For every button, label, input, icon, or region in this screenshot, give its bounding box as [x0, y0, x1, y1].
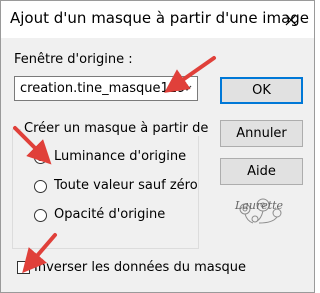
- window-title: Ajout d'un masque à partir d'une image: [10, 9, 310, 27]
- flower-watermark-icon: Laurette: [233, 197, 289, 251]
- radio-luminance-label[interactable]: Luminance d'origine: [54, 149, 186, 164]
- invert-checkbox[interactable]: [17, 261, 30, 274]
- ok-button[interactable]: OK: [220, 77, 303, 104]
- title-bar: Ajout d'un masque à partir d'une image: [1, 1, 314, 38]
- mask-dialog: Ajout d'un masque à partir d'une image F…: [0, 0, 315, 293]
- watermark-text: Laurette: [235, 199, 284, 212]
- close-icon: [285, 14, 297, 25]
- help-button[interactable]: Aide: [220, 158, 303, 185]
- source-label: Fenêtre d'origine :: [14, 52, 133, 67]
- source-window-value: creation.tine_masque129: [20, 81, 186, 96]
- chevron-down-icon: [182, 85, 192, 91]
- cancel-button[interactable]: Annuler: [220, 120, 303, 147]
- radio-opacity[interactable]: [34, 209, 47, 222]
- source-window-dropdown[interactable]: creation.tine_masque129: [14, 76, 198, 101]
- mask-source-group-label: Créer un masque à partir de: [21, 121, 212, 136]
- radio-opacity-label[interactable]: Opacité d'origine: [54, 207, 165, 222]
- radio-selected-dot: [37, 154, 44, 161]
- radio-any-nonzero-label[interactable]: Toute valeur sauf zéro: [54, 178, 198, 193]
- radio-any-nonzero[interactable]: [34, 180, 47, 193]
- invert-label[interactable]: Inverser les données du masque: [34, 260, 246, 275]
- radio-luminance[interactable]: [34, 151, 47, 164]
- close-button[interactable]: [268, 1, 314, 38]
